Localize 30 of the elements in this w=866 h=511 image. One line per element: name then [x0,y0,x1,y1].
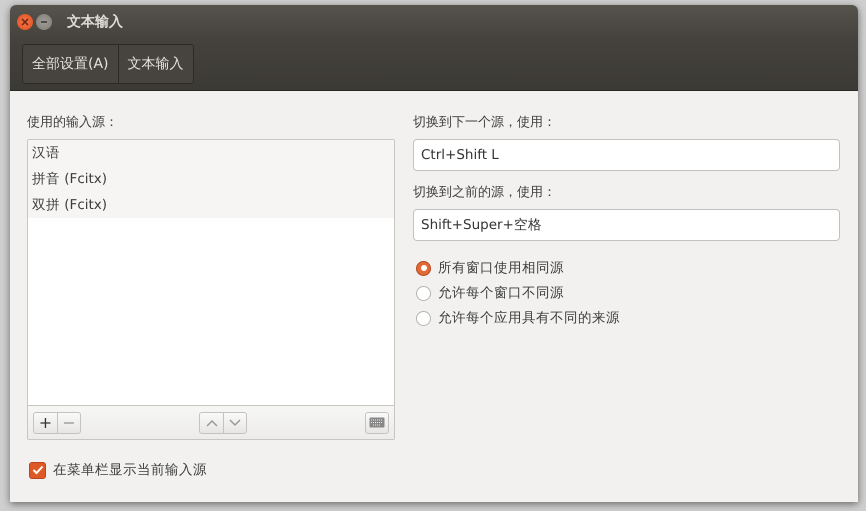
add-button[interactable]: + [33,412,57,434]
chevron-down-icon [229,418,241,426]
minimize-button[interactable] [36,14,52,30]
radio-button[interactable] [416,310,431,326]
radio-label: 允许每个窗口不同源 [438,284,564,302]
keyboard-button[interactable] [365,412,389,434]
shortcut-field[interactable]: Shift+Super+空格 [413,209,840,241]
radio-label: 允许每个应用具有不同的来源 [438,309,620,327]
list-item[interactable]: 拼音 (Fcitx) [28,166,394,192]
window-title: 文本输入 [67,12,123,30]
shortcut-field[interactable]: Ctrl+Shift L [413,139,840,171]
move-down-button[interactable] [223,412,247,434]
chevron-up-icon [206,418,218,426]
list-item[interactable]: 汉语 [28,140,394,166]
checkbox[interactable] [29,462,46,478]
section-label: 使用的输入源： [27,114,119,131]
list-item[interactable]: 双拼 (Fcitx) [28,192,394,218]
radio-label: 所有窗口使用相同源 [438,259,564,277]
breadcrumb-button[interactable]: 全部设置(A) [23,45,119,83]
shortcut-label: 切换到之前的源，使用： [413,184,557,201]
close-icon [21,18,29,26]
radio-button[interactable] [416,260,431,276]
check-icon [32,465,44,475]
keyboard-icon [369,417,385,428]
breadcrumb-button[interactable]: 文本输入 [118,45,193,83]
checkbox-label: 在菜单栏显示当前输入源 [53,461,207,479]
move-up-button[interactable] [199,412,223,434]
shortcut-label: 切换到下一个源，使用： [413,114,557,131]
close-button[interactable] [17,14,33,30]
radio-button[interactable] [416,286,431,300]
